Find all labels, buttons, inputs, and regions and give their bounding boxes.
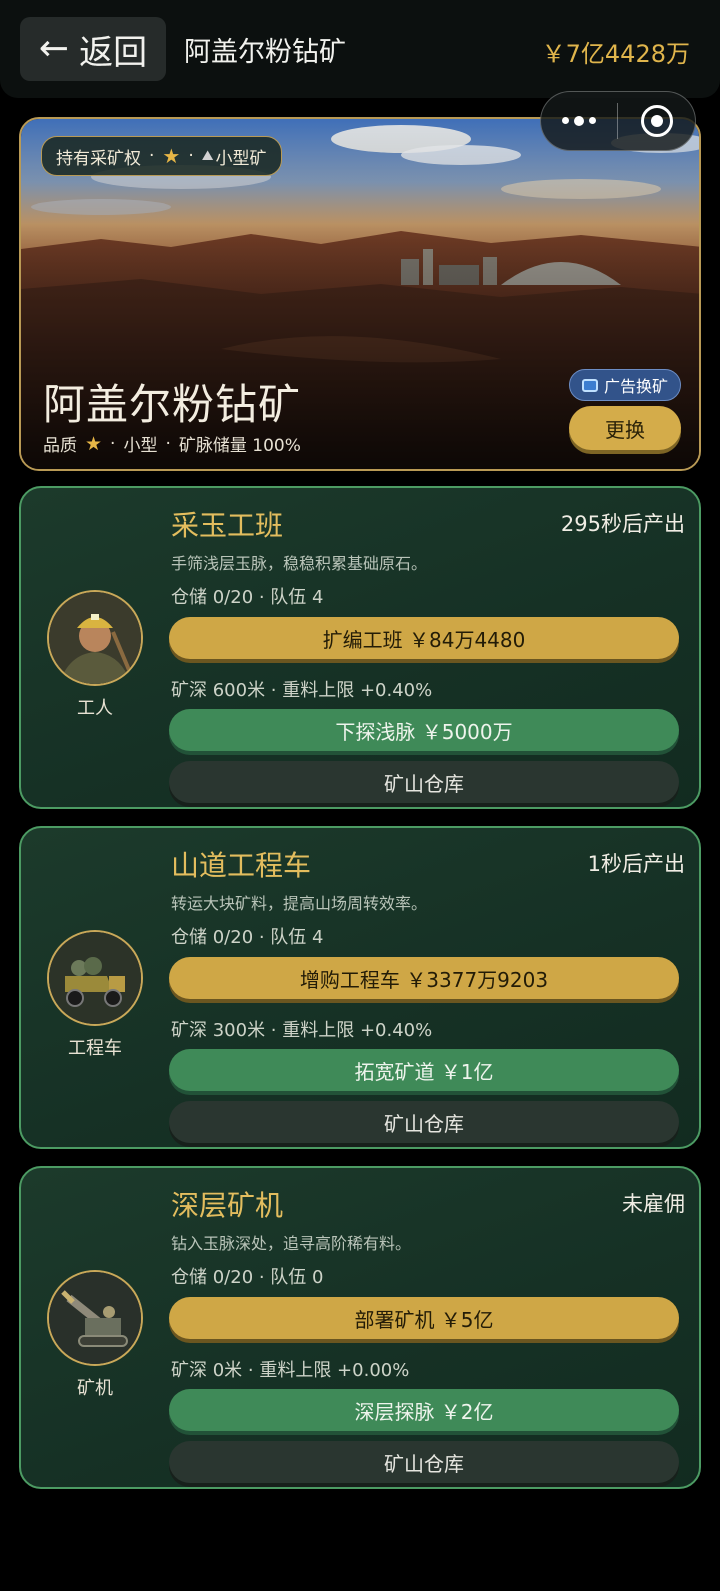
page-title: 阿盖尔粉钻矿 [184, 37, 346, 68]
top-bar: ← 返回 阿盖尔粉钻矿 ￥7亿4428万 [0, 0, 720, 98]
unit-stats: 仓储 0/20 · 队伍 4 [171, 587, 324, 608]
avatar-label: 矿机 [77, 1378, 113, 1399]
mine-depth-info: 矿深 0米 · 重料上限 +0.00% [171, 1360, 410, 1381]
ad-swap-mine-button[interactable]: 广告换矿 [569, 369, 681, 401]
upgrade-unit-button[interactable]: 扩编工班 ￥84万4480 [169, 617, 679, 659]
unit-description: 钻入玉脉深处，追寻高阶稀有料。 [171, 1234, 412, 1253]
separator-dot: · [188, 146, 194, 166]
unit-name: 深层矿机 [171, 1189, 284, 1222]
balance-display: ￥7亿4428万 [541, 40, 690, 68]
mountain-icon: ⛰ [201, 148, 214, 164]
production-timer: 未雇佣 [622, 1192, 685, 1216]
separator-dot: · [165, 433, 171, 454]
dig-deeper-button[interactable]: 下探浅脉 ￥5000万 [169, 709, 679, 751]
mine-ownership-tag: 持有采矿权 · ★ · ⛰ 小型矿 [41, 136, 282, 176]
production-timer: 1秒后产出 [587, 852, 685, 876]
back-button[interactable]: ← 返回 [20, 17, 166, 81]
mine-size: 小型 [123, 436, 158, 456]
star-icon: ★ [85, 432, 103, 455]
reserve-label: 矿脉储量 100% [178, 436, 301, 456]
swap-mine-button[interactable]: 更换 [569, 406, 681, 450]
mine-storage-button[interactable]: 矿山仓库 [169, 1441, 679, 1483]
unit-card-drill: 矿机 深层矿机 未雇佣 钻入玉脉深处，追寻高阶稀有料。 仓储 0/20 · 队伍… [19, 1166, 701, 1489]
star-icon: ★ [162, 144, 181, 168]
unit-stats: 仓储 0/20 · 队伍 4 [171, 927, 324, 948]
mine-depth-info: 矿深 300米 · 重料上限 +0.40% [171, 1020, 433, 1041]
mine-depth-info: 矿深 600米 · 重料上限 +0.40% [171, 680, 433, 701]
production-timer: 295秒后产出 [560, 512, 685, 536]
avatar-label: 工人 [77, 698, 113, 719]
separator-dot: · [110, 433, 116, 454]
ad-swap-label: 广告换矿 [603, 377, 668, 396]
unit-description: 转运大块矿料，提高山场周转效率。 [171, 894, 428, 913]
miner-portrait-icon [47, 590, 143, 686]
dig-deeper-button[interactable]: 拓宽矿道 ￥1亿 [169, 1049, 679, 1091]
avatar-label: 工程车 [68, 1038, 122, 1059]
unit-name: 采玉工班 [171, 509, 284, 542]
mine-storage-button[interactable]: 矿山仓库 [169, 761, 679, 803]
unit-card-trucks: 工程车 山道工程车 1秒后产出 转运大块矿料，提高山场周转效率。 仓储 0/20… [19, 826, 701, 1149]
mine-storage-button[interactable]: 矿山仓库 [169, 1101, 679, 1143]
quality-label: 品质 [43, 436, 77, 456]
unit-card-workers: 工人 采玉工班 295秒后产出 手筛浅层玉脉，稳稳积累基础原石。 仓储 0/20… [19, 486, 701, 809]
mine-name: 阿盖尔粉钻矿 [43, 380, 302, 429]
tv-icon [581, 378, 598, 392]
unit-description: 手筛浅层玉脉，稳稳积累基础原石。 [171, 554, 428, 573]
target-circle-icon [640, 105, 673, 137]
ownership-label: 持有采矿权 [56, 148, 141, 169]
close-miniprogram-button[interactable] [618, 105, 695, 137]
unit-name: 山道工程车 [171, 849, 312, 882]
mine-hero-card: 持有采矿权 · ★ · ⛰ 小型矿 阿盖尔粉钻矿 品质 ★ · 小型 · 矿脉储… [19, 117, 701, 471]
back-label: 返回 [79, 32, 148, 73]
more-dots-icon[interactable] [541, 115, 617, 126]
separator-dot: · [149, 146, 155, 166]
mine-size-label: 小型矿 [215, 148, 267, 169]
arrow-left-icon: ← [38, 28, 70, 69]
unit-avatar-block: 工人 [47, 590, 143, 720]
dump-truck-icon [47, 930, 143, 1026]
mine-meta: 品质 ★ · 小型 · 矿脉储量 100% [43, 431, 301, 457]
unit-avatar-block: 工程车 [47, 930, 143, 1060]
upgrade-unit-button[interactable]: 增购工程车 ￥3377万9203 [169, 957, 679, 999]
drill-machine-icon [47, 1270, 143, 1366]
miniprogram-capsule [540, 91, 696, 151]
unit-stats: 仓储 0/20 · 队伍 0 [171, 1267, 324, 1288]
dig-deeper-button[interactable]: 深层探脉 ￥2亿 [169, 1389, 679, 1431]
unit-avatar-block: 矿机 [47, 1270, 143, 1400]
upgrade-unit-button[interactable]: 部署矿机 ￥5亿 [169, 1297, 679, 1339]
